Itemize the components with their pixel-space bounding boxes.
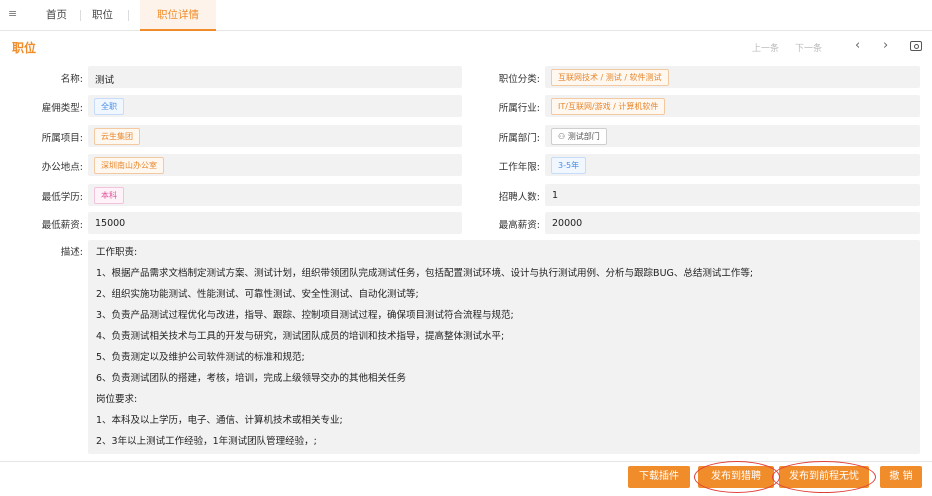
description-line: 2、3年以上测试工作经验，1年测试团队管理经验，; — [96, 436, 317, 447]
department-icon: ⚇ — [558, 132, 568, 141]
category-field: 互联网技术 / 测试 / 软件测试 — [545, 66, 920, 88]
chevron-right-icon[interactable]: › — [883, 38, 888, 54]
experience-tag: 3-5年 — [551, 157, 587, 174]
department-field: ⚇ 测试部门 — [545, 125, 920, 147]
education-field: 本科 — [88, 184, 462, 206]
tab-divider — [80, 10, 81, 21]
headcount-label: 招聘人数: — [498, 192, 540, 203]
employment-type-label: 雇佣类型: — [41, 103, 83, 114]
department-label: 所属部门: — [498, 133, 540, 144]
employment-type-tag: 全职 — [94, 98, 124, 115]
exit-icon[interactable] — [910, 41, 922, 51]
office-label: 办公地点: — [41, 162, 83, 173]
industry-field: IT/互联网/游戏 / 计算机软件 — [545, 95, 920, 117]
description-label: 描述: — [60, 247, 83, 258]
tab-divider — [128, 10, 129, 21]
description-box: 工作职责: 1、根据产品需求文档制定测试方案、测试计划，组织带领团队完成测试任务… — [88, 240, 920, 454]
name-field: 测试 — [88, 66, 462, 88]
tab-positions[interactable]: 职位 — [92, 0, 113, 30]
industry-label: 所属行业: — [498, 103, 540, 114]
headcount-value: 1 — [552, 190, 559, 201]
project-field: 云生集团 — [88, 125, 462, 147]
industry-tag: IT/互联网/游戏 / 计算机软件 — [551, 98, 666, 115]
name-value: 测试 — [95, 75, 115, 86]
prev-record-button[interactable]: 上一条 — [752, 41, 779, 54]
education-label: 最低学历: — [41, 192, 83, 203]
chevron-left-icon[interactable]: ‹ — [855, 38, 860, 54]
description-line: 岗位要求: — [96, 394, 138, 405]
description-line: 4、负责测试相关技术与工具的开发与研究，测试团队成员的培训和技术指导，提高整体测… — [96, 331, 505, 342]
min-salary-field: 15000 — [88, 212, 462, 234]
description-line: 2、组织实施功能测试、性能测试、可靠性测试、安全性测试、自动化测试等; — [96, 289, 419, 300]
tab-position-detail[interactable]: 职位详情 — [140, 0, 216, 31]
project-tag: 云生集团 — [94, 128, 140, 145]
department-tag: ⚇ 测试部门 — [551, 128, 607, 145]
department-value: 测试部门 — [567, 132, 600, 141]
description-line: 工作职责: — [96, 247, 138, 258]
cancel-button[interactable]: 撤 销 — [880, 466, 922, 488]
employment-type-field: 全职 — [88, 95, 462, 117]
description-line: 1、根据产品需求文档制定测试方案、测试计划，组织带领团队完成测试任务，包括配置测… — [96, 268, 754, 279]
next-record-button[interactable]: 下一条 — [795, 41, 822, 54]
footer-divider — [0, 461, 932, 462]
download-plugin-button[interactable]: 下载插件 — [628, 466, 690, 488]
description-line: 6、负责测试团队的搭建，考核，培训，完成上级领导交办的其他相关任务 — [96, 373, 407, 384]
annotation-circle — [772, 461, 876, 493]
office-tag: 深圳南山办公室 — [94, 157, 164, 174]
name-label: 名称: — [60, 74, 83, 85]
description-line: 5、负责测定以及维护公司软件测试的标准和规范; — [96, 352, 305, 363]
category-tag: 互联网技术 / 测试 / 软件测试 — [551, 69, 669, 86]
education-tag: 本科 — [94, 187, 124, 204]
page-title: 职位 — [12, 41, 37, 55]
office-field: 深圳南山办公室 — [88, 154, 462, 176]
min-salary-label: 最低薪资: — [41, 220, 83, 231]
menu-icon[interactable]: ≡ — [8, 8, 20, 19]
min-salary-value: 15000 — [95, 218, 126, 229]
description-line: 1、本科及以上学历，电子、通信、计算机技术或相关专业; — [96, 415, 343, 426]
project-label: 所属项目: — [41, 133, 83, 144]
headcount-field: 1 — [545, 184, 920, 206]
experience-field: 3-5年 — [545, 154, 920, 176]
description-line: 3、负责产品测试过程优化与改进，指导、跟踪、控制项目测试过程，确保项目测试符合流… — [96, 310, 514, 321]
tab-home[interactable]: 首页 — [46, 0, 67, 30]
max-salary-value: 20000 — [552, 218, 583, 229]
experience-label: 工作年限: — [498, 162, 540, 173]
max-salary-field: 20000 — [545, 212, 920, 234]
max-salary-label: 最高薪资: — [498, 220, 540, 231]
annotation-circle — [694, 461, 780, 493]
tab-bar: ≡ 首页 职位 职位详情 — [0, 0, 932, 31]
category-label: 职位分类: — [498, 74, 540, 85]
